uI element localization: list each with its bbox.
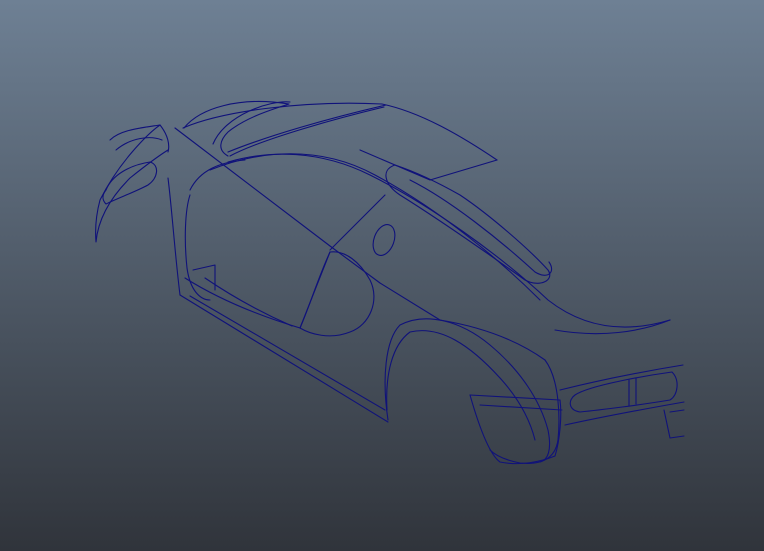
viewport-canvas[interactable] bbox=[0, 0, 764, 551]
modeling-viewport[interactable] bbox=[0, 0, 764, 551]
viewport-background bbox=[0, 0, 764, 551]
